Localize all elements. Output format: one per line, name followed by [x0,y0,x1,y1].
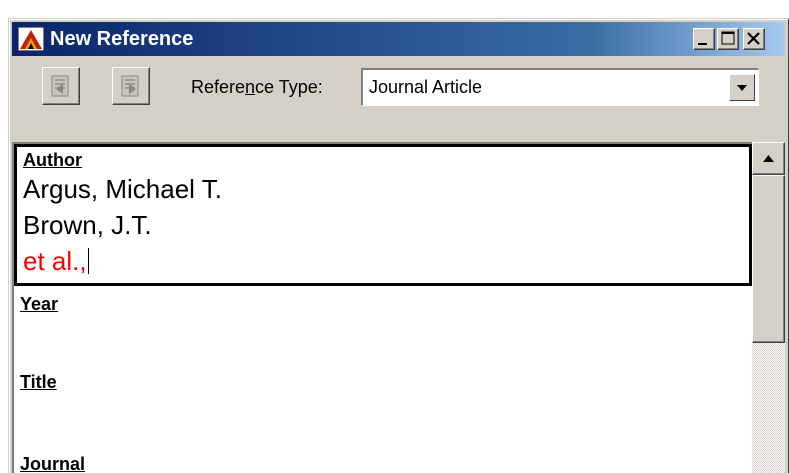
minimize-icon [698,43,707,45]
chevron-down-icon [737,85,747,91]
year-field[interactable] [14,316,752,366]
scrollbar-thumb[interactable] [752,175,785,343]
text-caret [87,248,89,274]
author-field[interactable]: Author Argus, Michael T. Brown, J.T. et … [14,144,752,286]
reference-type-select[interactable]: Journal Article [361,68,759,106]
reference-type-dropdown-button[interactable] [729,74,755,101]
minimize-button[interactable] [693,28,715,50]
new-reference-window: New Reference Reference Type: Journal Ar… [8,18,789,473]
window-title: New Reference [50,28,194,50]
toolbar: Reference Type: Journal Article [12,56,785,140]
next-reference-button[interactable] [112,67,150,105]
author-entry[interactable]: Brown, J.T. [23,210,152,240]
year-label: Year [20,294,59,314]
scroll-up-button[interactable] [752,142,785,175]
next-reference-icon [121,75,139,97]
title-bar[interactable]: New Reference [12,22,785,56]
author-label: Author [23,150,82,170]
previous-reference-button[interactable] [42,67,80,105]
author-entry-editing[interactable]: et al., [23,246,89,276]
maximize-button[interactable] [717,28,739,50]
arrow-up-icon [763,155,774,162]
author-editing-text: et al., [23,246,87,276]
vertical-scrollbar[interactable] [752,142,785,473]
previous-reference-icon [51,75,69,97]
close-button[interactable] [743,28,765,50]
title-label: Title [20,372,57,392]
reference-type-value: Journal Article [369,77,483,97]
maximize-icon [721,31,735,45]
reference-type-label: Reference Type: [191,77,323,97]
author-entry[interactable]: Argus, Michael T. [23,174,222,204]
journal-label: Journal [20,454,86,473]
title-field[interactable] [14,394,752,444]
endnote-app-icon [18,27,44,51]
reference-fields-pane: Author Argus, Michael T. Brown, J.T. et … [12,142,752,473]
close-icon [747,32,760,45]
